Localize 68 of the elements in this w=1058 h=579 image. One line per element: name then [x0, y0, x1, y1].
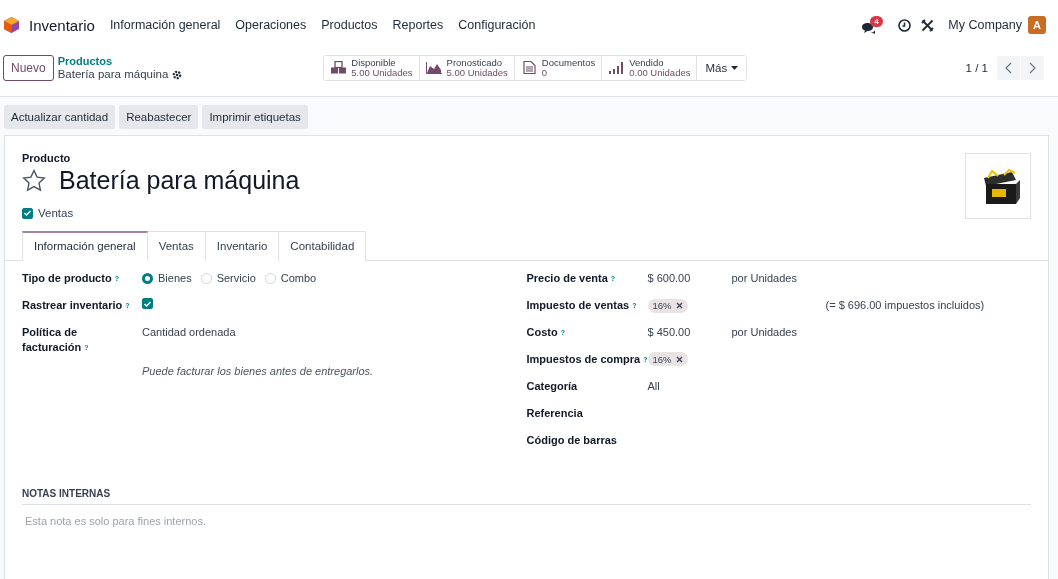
close-icon[interactable] — [675, 355, 683, 363]
tab[interactable]: Ventas — [147, 231, 206, 261]
stat-label: Vendido — [629, 58, 665, 68]
record-type-label: Producto — [22, 152, 72, 164]
boxes-icon — [330, 61, 348, 75]
radio-label: Bienes — [158, 271, 192, 286]
user-avatar[interactable]: A — [1028, 16, 1046, 34]
stat-label: Disponible — [351, 58, 397, 68]
breadcrumb-link[interactable]: Productos — [57, 55, 183, 68]
check-icon — [144, 300, 151, 307]
field-label: Código de barras — [526, 433, 618, 448]
unit-label: por Unidades — [731, 325, 797, 340]
tag-text: 16% — [652, 299, 672, 313]
record-name: Batería para máquina — [57, 68, 169, 81]
field-label: Referencia — [526, 406, 584, 421]
menu-item[interactable]: Operaciones — [235, 18, 307, 32]
action-button[interactable]: Imprimir etiquetas — [202, 105, 308, 129]
app-name[interactable]: Inventario — [29, 16, 95, 34]
area-chart-icon — [425, 61, 443, 75]
field-value: All — [647, 379, 661, 394]
stat-label: Pronosticado — [446, 58, 504, 68]
close-icon[interactable] — [675, 302, 683, 309]
tools-icon[interactable] — [921, 18, 935, 32]
tab[interactable]: Contabilidad — [279, 231, 367, 261]
chat-icon — [861, 21, 877, 35]
product-name: Batería para máquina — [59, 166, 300, 195]
checkbox[interactable] — [142, 298, 153, 309]
new-button[interactable]: Nuevo — [3, 55, 54, 81]
menu-item[interactable]: Reportes — [392, 18, 444, 32]
checkbox[interactable] — [22, 207, 33, 219]
action-button[interactable]: Reabastecer — [119, 105, 199, 129]
tab[interactable]: Inventario — [205, 231, 280, 261]
chevron-right-icon — [1029, 62, 1036, 74]
field-value: $ 450.00 — [647, 325, 692, 340]
stat-value: 0.00 Unidades — [629, 68, 691, 78]
check-icon — [24, 210, 31, 216]
unit-label: por Unidades — [731, 271, 797, 286]
field-hint: Puede facturar los bienes antes de entregarlos. — [142, 364, 375, 379]
stat-button[interactable]: Disponible 5.00 Unidades — [324, 56, 420, 80]
stat-value: 5.00 Unidades — [446, 68, 508, 78]
checkbox-label: Ventas — [38, 207, 74, 219]
radio-button[interactable] — [142, 273, 153, 284]
stat-value: 5.00 Unidades — [351, 68, 413, 78]
caret-icon — [731, 66, 739, 70]
pager-count: 1 / 1 — [965, 62, 988, 74]
field-label: Categoría — [526, 379, 579, 394]
menu-item[interactable]: Configuración — [458, 18, 536, 32]
star-icon[interactable] — [22, 169, 46, 192]
tab[interactable]: Información general — [22, 231, 148, 261]
field-value: $ 600.00 — [647, 271, 692, 286]
notification-badge: 4 — [870, 15, 883, 27]
stat-value: 0 — [541, 68, 549, 78]
radio-label: Combo — [280, 271, 317, 286]
tax-included-text: (= $ 696.00 impuestos incluidos) — [825, 298, 985, 313]
clock-icon[interactable] — [898, 18, 912, 32]
company-name[interactable]: My Company — [948, 18, 1022, 32]
field-value: Cantidad ordenada — [142, 325, 237, 340]
chat-button[interactable]: 4 — [861, 15, 889, 35]
chevron-left-icon — [1005, 62, 1012, 74]
menu-item[interactable]: Información general — [109, 18, 221, 32]
bar-chart-icon — [608, 61, 626, 75]
menu-item[interactable]: Productos — [321, 18, 378, 32]
app-logo-icon — [4, 17, 19, 33]
radio-label: Servicio — [216, 271, 256, 286]
stat-label: Documentos — [541, 58, 596, 68]
document-icon — [520, 61, 538, 75]
tag-text: 16% — [652, 352, 672, 367]
action-button[interactable]: Actualizar cantidad — [4, 105, 116, 129]
